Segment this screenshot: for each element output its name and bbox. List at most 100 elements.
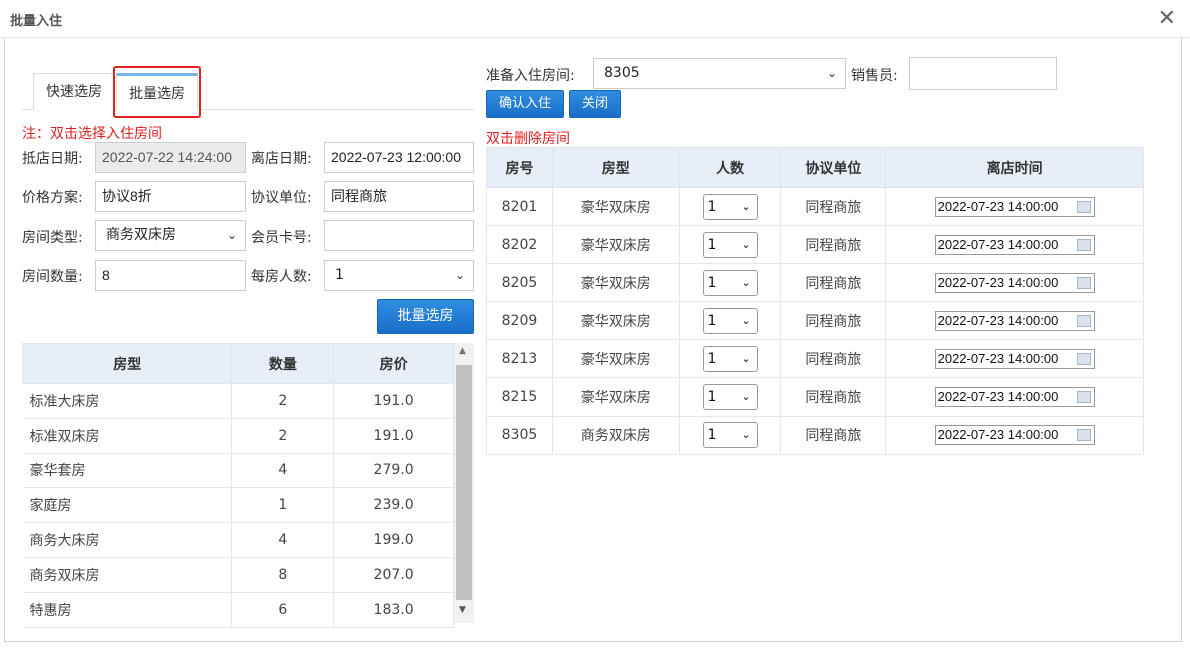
table-row[interactable]: 标准双床房 2 191.0	[22, 418, 454, 454]
chevron-down-icon: ⌄	[741, 428, 751, 442]
table-row[interactable]: 豪华套房 4 279.0	[22, 453, 454, 489]
chevron-down-icon: ⌄	[741, 199, 751, 213]
checkin-field[interactable]: 2022-07-22 14:24:00	[95, 142, 246, 173]
tab-quick-select[interactable]: 快速选房	[33, 73, 115, 110]
cell-people: 1 ⌄	[678, 225, 782, 265]
people-value: 1	[707, 198, 717, 215]
close-icon[interactable]: ✕	[1158, 6, 1176, 31]
people-select[interactable]: 1 ⌄	[702, 384, 758, 411]
checkout-date-input[interactable]: 2022-07-23 14:00:00	[934, 387, 1095, 408]
checkout-field[interactable]: 2022-07-23 12:00:00	[324, 142, 474, 173]
batch-select-button[interactable]: 批量选房	[377, 299, 474, 334]
people-select[interactable]: 1 ⌄	[702, 231, 758, 258]
cell-count: 1	[231, 487, 335, 524]
per-room-select[interactable]: 1 ⌄	[324, 260, 474, 291]
people-value: 1	[707, 236, 717, 253]
member-card-field[interactable]	[324, 220, 474, 251]
confirm-checkin-button[interactable]: 确认入住	[486, 90, 564, 118]
right-note: 双击删除房间	[486, 131, 570, 147]
checkout-date-input[interactable]: 2022-07-23 14:00:00	[934, 348, 1095, 369]
calendar-icon[interactable]	[1076, 352, 1091, 365]
per-room-label: 每房人数:	[251, 269, 312, 285]
checkout-date-value: 2022-07-23 14:00:00	[937, 198, 1059, 214]
table-row[interactable]: 商务双床房 8 207.0	[22, 557, 454, 593]
scroll-up-icon[interactable]: ▲	[459, 346, 466, 356]
checkout-date-input[interactable]: 2022-07-23 14:00:00	[934, 272, 1095, 293]
room-type-select[interactable]: 商务双床房 ⌄	[95, 220, 246, 251]
cell-type: 家庭房	[22, 487, 233, 524]
cell-room: 8201	[486, 186, 553, 227]
cell-type: 商务双床房	[22, 557, 233, 593]
cell-price: 191.0	[333, 383, 454, 419]
table-row[interactable]: 8205 豪华双床房 1 ⌄ 同程商旅 2022-07-23 14:00:00	[486, 263, 1144, 303]
prepare-room-value: 8305	[604, 65, 640, 81]
cell-type: 标准双床房	[22, 418, 233, 454]
col-header-unit: 协议单位	[780, 147, 887, 188]
checkout-date-input[interactable]: 2022-07-23 14:00:00	[934, 196, 1095, 217]
checkout-date-value: 2022-07-23 14:00:00	[937, 312, 1059, 328]
table-row[interactable]: 8209 豪华双床房 1 ⌄ 同程商旅 2022-07-23 14:00:00	[486, 301, 1144, 341]
calendar-icon[interactable]	[1076, 276, 1091, 289]
cell-count: 8	[231, 557, 335, 593]
table-row[interactable]: 商务大床房 4 199.0	[22, 522, 454, 558]
people-value: 1	[707, 389, 717, 406]
checkout-date-input[interactable]: 2022-07-23 14:00:00	[934, 425, 1095, 446]
checkout-date-input[interactable]: 2022-07-23 14:00:00	[934, 310, 1095, 331]
cell-room-type: 豪华双床房	[551, 377, 680, 417]
table-row[interactable]: 8213 豪华双床房 1 ⌄ 同程商旅 2022-07-23 14:00:00	[486, 339, 1144, 379]
chevron-down-icon: ⌄	[741, 390, 751, 404]
checkout-date-value: 2022-07-23 14:00:00	[937, 389, 1059, 405]
people-select[interactable]: 1 ⌄	[702, 307, 758, 334]
cell-room: 8209	[486, 301, 553, 341]
scroll-thumb[interactable]	[456, 365, 472, 600]
calendar-icon[interactable]	[1076, 314, 1091, 327]
prepare-room-select[interactable]: 8305 ⌄	[593, 58, 846, 89]
cell-people: 1 ⌄	[678, 415, 782, 455]
sales-field[interactable]	[909, 57, 1057, 90]
cell-people: 1 ⌄	[678, 263, 782, 303]
table-row[interactable]: 8201 豪华双床房 1 ⌄ 同程商旅 2022-07-23 14:00:00	[486, 186, 1144, 227]
agreement-field[interactable]: 同程商旅	[324, 181, 474, 212]
cell-unit: 同程商旅	[780, 225, 887, 265]
people-select[interactable]: 1 ⌄	[702, 269, 758, 296]
prepare-room-label: 准备入住房间:	[486, 68, 575, 84]
table-row[interactable]: 8305 商务双床房 1 ⌄ 同程商旅 2022-07-23 14:00:00	[486, 415, 1144, 455]
table-row[interactable]: 特惠房 6 183.0	[22, 592, 454, 628]
cell-price: 207.0	[333, 557, 454, 593]
calendar-icon[interactable]	[1076, 238, 1091, 251]
checkin-label: 抵店日期:	[22, 151, 83, 167]
calendar-icon[interactable]	[1076, 200, 1091, 213]
scroll-down-icon[interactable]: ▼	[459, 605, 466, 615]
checkout-label: 离店日期:	[251, 151, 312, 167]
table-row[interactable]: 标准大床房 2 191.0	[22, 383, 454, 419]
calendar-icon[interactable]	[1076, 429, 1091, 442]
people-select[interactable]: 1 ⌄	[702, 345, 758, 372]
people-select[interactable]: 1 ⌄	[702, 422, 758, 449]
cell-count: 4	[231, 522, 335, 558]
people-value: 1	[707, 427, 717, 444]
cell-count: 4	[231, 453, 335, 489]
chevron-down-icon: ⌄	[741, 313, 751, 327]
table-scrollbar[interactable]: ▲ ▼	[454, 343, 474, 623]
cell-people: 1 ⌄	[678, 339, 782, 379]
cell-unit: 同程商旅	[780, 415, 887, 455]
cell-count: 2	[231, 383, 335, 419]
people-select[interactable]: 1 ⌄	[702, 193, 758, 220]
cell-type: 特惠房	[22, 592, 233, 628]
room-count-field[interactable]: 8	[95, 260, 246, 291]
close-button[interactable]: 关闭	[569, 90, 621, 118]
table-row[interactable]: 家庭房 1 239.0	[22, 487, 454, 524]
cell-price: 239.0	[333, 487, 454, 524]
price-plan-field[interactable]: 协议8折	[95, 181, 246, 212]
calendar-icon[interactable]	[1076, 391, 1091, 404]
people-value: 1	[707, 350, 717, 367]
cell-type: 商务大床房	[22, 522, 233, 558]
cell-checkout: 2022-07-23 14:00:00	[885, 415, 1144, 455]
table-row[interactable]: 8215 豪华双床房 1 ⌄ 同程商旅 2022-07-23 14:00:00	[486, 377, 1144, 417]
col-header-room-type: 房型	[551, 147, 680, 188]
per-room-value: 1	[335, 267, 344, 283]
cell-room-type: 豪华双床房	[551, 339, 680, 379]
agreement-label: 协议单位:	[251, 190, 312, 206]
checkout-date-input[interactable]: 2022-07-23 14:00:00	[934, 234, 1095, 255]
table-row[interactable]: 8202 豪华双床房 1 ⌄ 同程商旅 2022-07-23 14:00:00	[486, 225, 1144, 265]
